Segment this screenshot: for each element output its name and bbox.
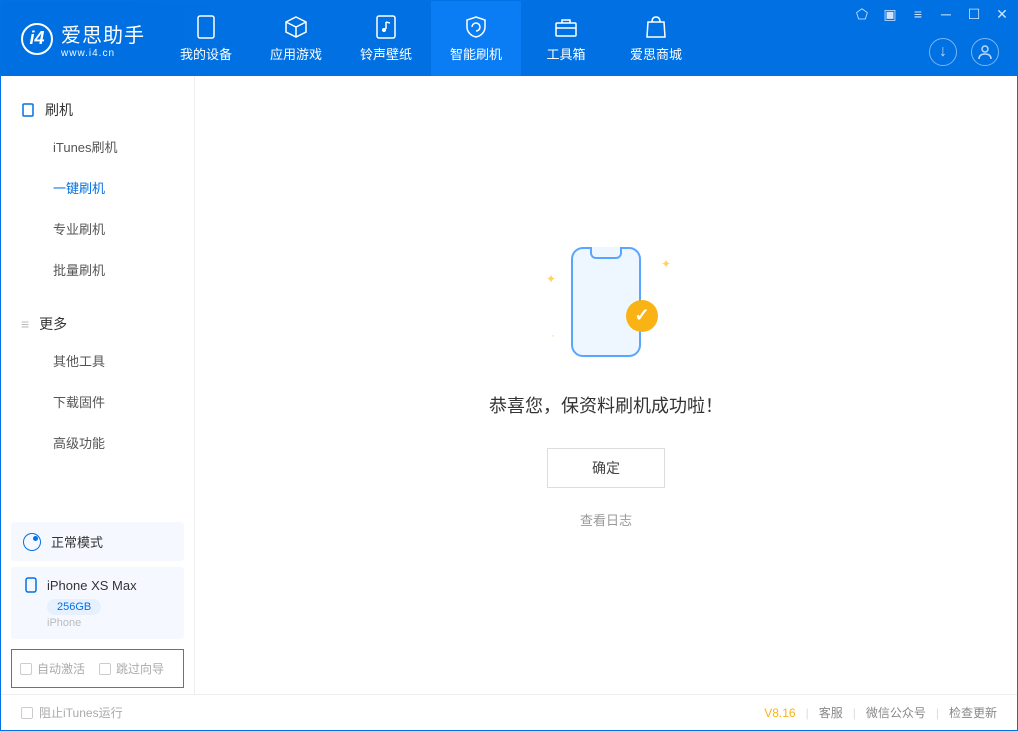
device-name-row: iPhone XS Max — [23, 577, 172, 593]
success-message: 恭喜您，保资料刷机成功啦！ — [489, 392, 723, 418]
storage-badge: 256GB — [47, 599, 101, 615]
tab-label: 工具箱 — [546, 44, 585, 63]
sparkle-icon: ✦ — [661, 257, 671, 271]
view-log-link[interactable]: 查看日志 — [580, 510, 632, 529]
phone-icon — [193, 14, 219, 40]
tab-apps[interactable]: 应用游戏 — [251, 1, 341, 76]
tab-label: 智能刷机 — [450, 44, 502, 63]
wechat-link[interactable]: 微信公众号 — [866, 704, 926, 721]
sidebar-item-advanced[interactable]: 高级功能 — [1, 422, 194, 463]
divider: | — [806, 706, 809, 720]
app-header: i4 爱思助手 www.i4.cn 我的设备 应用游戏 铃声壁纸 智能刷机 工具… — [1, 1, 1017, 76]
phone-illustration-icon — [571, 247, 641, 357]
block-itunes-label[interactable]: 阻止iTunes运行 — [39, 704, 123, 721]
logo-icon: i4 — [21, 23, 53, 55]
support-link[interactable]: 客服 — [819, 704, 843, 721]
bag-icon — [643, 14, 669, 40]
close-button[interactable]: ✕ — [995, 7, 1009, 21]
sidebar-header-more: ≡ 更多 — [1, 308, 194, 340]
sidebar-header-label: 更多 — [39, 314, 67, 334]
logo-area: i4 爱思助手 www.i4.cn — [1, 1, 161, 76]
phone-small-icon — [23, 577, 39, 593]
minimize-button[interactable]: ─ — [939, 7, 953, 21]
divider: | — [853, 706, 856, 720]
checkbox-label: 跳过向导 — [116, 660, 164, 677]
divider: | — [936, 706, 939, 720]
success-illustration: ✦ ✦ · ✓ — [546, 242, 666, 362]
top-tabs: 我的设备 应用游戏 铃声壁纸 智能刷机 工具箱 爱思商城 — [161, 1, 701, 76]
device-type: iPhone — [47, 617, 172, 629]
checkbox-icon — [20, 663, 32, 675]
brand-name: 爱思助手 — [61, 19, 145, 48]
sidebar-header-flash: 刷机 — [1, 94, 194, 126]
user-icon[interactable] — [971, 38, 999, 66]
version-label: V8.16 — [764, 706, 795, 720]
tab-flash[interactable]: 智能刷机 — [431, 1, 521, 76]
tab-label: 我的设备 — [180, 44, 232, 63]
ok-button[interactable]: 确定 — [547, 448, 665, 488]
mode-label: 正常模式 — [51, 532, 103, 551]
refresh-shield-icon — [463, 14, 489, 40]
check-badge-icon: ✓ — [626, 300, 658, 332]
pin-icon[interactable]: ⬠ — [855, 7, 869, 21]
tab-label: 应用游戏 — [270, 44, 322, 63]
tab-label: 爱思商城 — [630, 44, 682, 63]
sidebar-section-flash: 刷机 iTunes刷机 一键刷机 专业刷机 批量刷机 — [1, 76, 194, 290]
sidebar-header-label: 刷机 — [45, 100, 73, 120]
sidebar-item-other-tools[interactable]: 其他工具 — [1, 340, 194, 381]
sidebar: 刷机 iTunes刷机 一键刷机 专业刷机 批量刷机 ≡ 更多 其他工具 下载固… — [1, 76, 195, 694]
tab-store[interactable]: 爱思商城 — [611, 1, 701, 76]
sidebar-item-oneclick-flash[interactable]: 一键刷机 — [1, 167, 194, 208]
tab-my-device[interactable]: 我的设备 — [161, 1, 251, 76]
cube-icon — [283, 14, 309, 40]
maximize-button[interactable]: ☐ — [967, 7, 981, 21]
sidebar-item-pro-flash[interactable]: 专业刷机 — [1, 208, 194, 249]
brand-url: www.i4.cn — [61, 48, 145, 59]
mode-icon — [23, 533, 41, 551]
checkbox-icon[interactable] — [21, 707, 33, 719]
sparkle-icon: · — [551, 328, 555, 342]
sidebar-item-download-fw[interactable]: 下载固件 — [1, 381, 194, 422]
sidebar-section-more: ≡ 更多 其他工具 下载固件 高级功能 — [1, 290, 194, 463]
tab-ringtones[interactable]: 铃声壁纸 — [341, 1, 431, 76]
checkbox-icon — [99, 663, 111, 675]
window-controls: ⬠ ▣ ≡ ─ ☐ ✕ — [855, 7, 1009, 21]
device-info[interactable]: iPhone XS Max 256GB iPhone — [11, 567, 184, 639]
music-file-icon — [373, 14, 399, 40]
checkbox-auto-activate[interactable]: 自动激活 — [20, 660, 85, 677]
footer-right: V8.16 | 客服 | 微信公众号 | 检查更新 — [764, 704, 997, 721]
sparkle-icon: ✦ — [546, 272, 556, 286]
header-right-actions: ↓ — [929, 38, 999, 66]
brand-block: 爱思助手 www.i4.cn — [61, 19, 145, 59]
check-update-link[interactable]: 检查更新 — [949, 704, 997, 721]
download-icon[interactable]: ↓ — [929, 38, 957, 66]
footer: 阻止iTunes运行 V8.16 | 客服 | 微信公众号 | 检查更新 — [1, 694, 1017, 730]
settings-icon[interactable]: ▣ — [883, 7, 897, 21]
checkbox-label: 自动激活 — [37, 660, 85, 677]
flash-options: 自动激活 跳过向导 — [11, 649, 184, 688]
footer-left: 阻止iTunes运行 — [21, 704, 123, 721]
checkbox-skip-guide[interactable]: 跳过向导 — [99, 660, 164, 677]
device-icon — [21, 103, 35, 117]
tab-toolbox[interactable]: 工具箱 — [521, 1, 611, 76]
device-panel: 正常模式 iPhone XS Max 256GB iPhone 自动激活 跳过向… — [1, 522, 194, 694]
sidebar-item-batch-flash[interactable]: 批量刷机 — [1, 249, 194, 290]
list-icon: ≡ — [21, 316, 29, 332]
menu-icon[interactable]: ≡ — [911, 7, 925, 21]
device-mode[interactable]: 正常模式 — [11, 522, 184, 561]
main-content: ✦ ✦ · ✓ 恭喜您，保资料刷机成功啦！ 确定 查看日志 — [195, 76, 1017, 694]
toolbox-icon — [553, 14, 579, 40]
tab-label: 铃声壁纸 — [360, 44, 412, 63]
sidebar-item-itunes-flash[interactable]: iTunes刷机 — [1, 126, 194, 167]
device-name-text: iPhone XS Max — [47, 578, 137, 593]
